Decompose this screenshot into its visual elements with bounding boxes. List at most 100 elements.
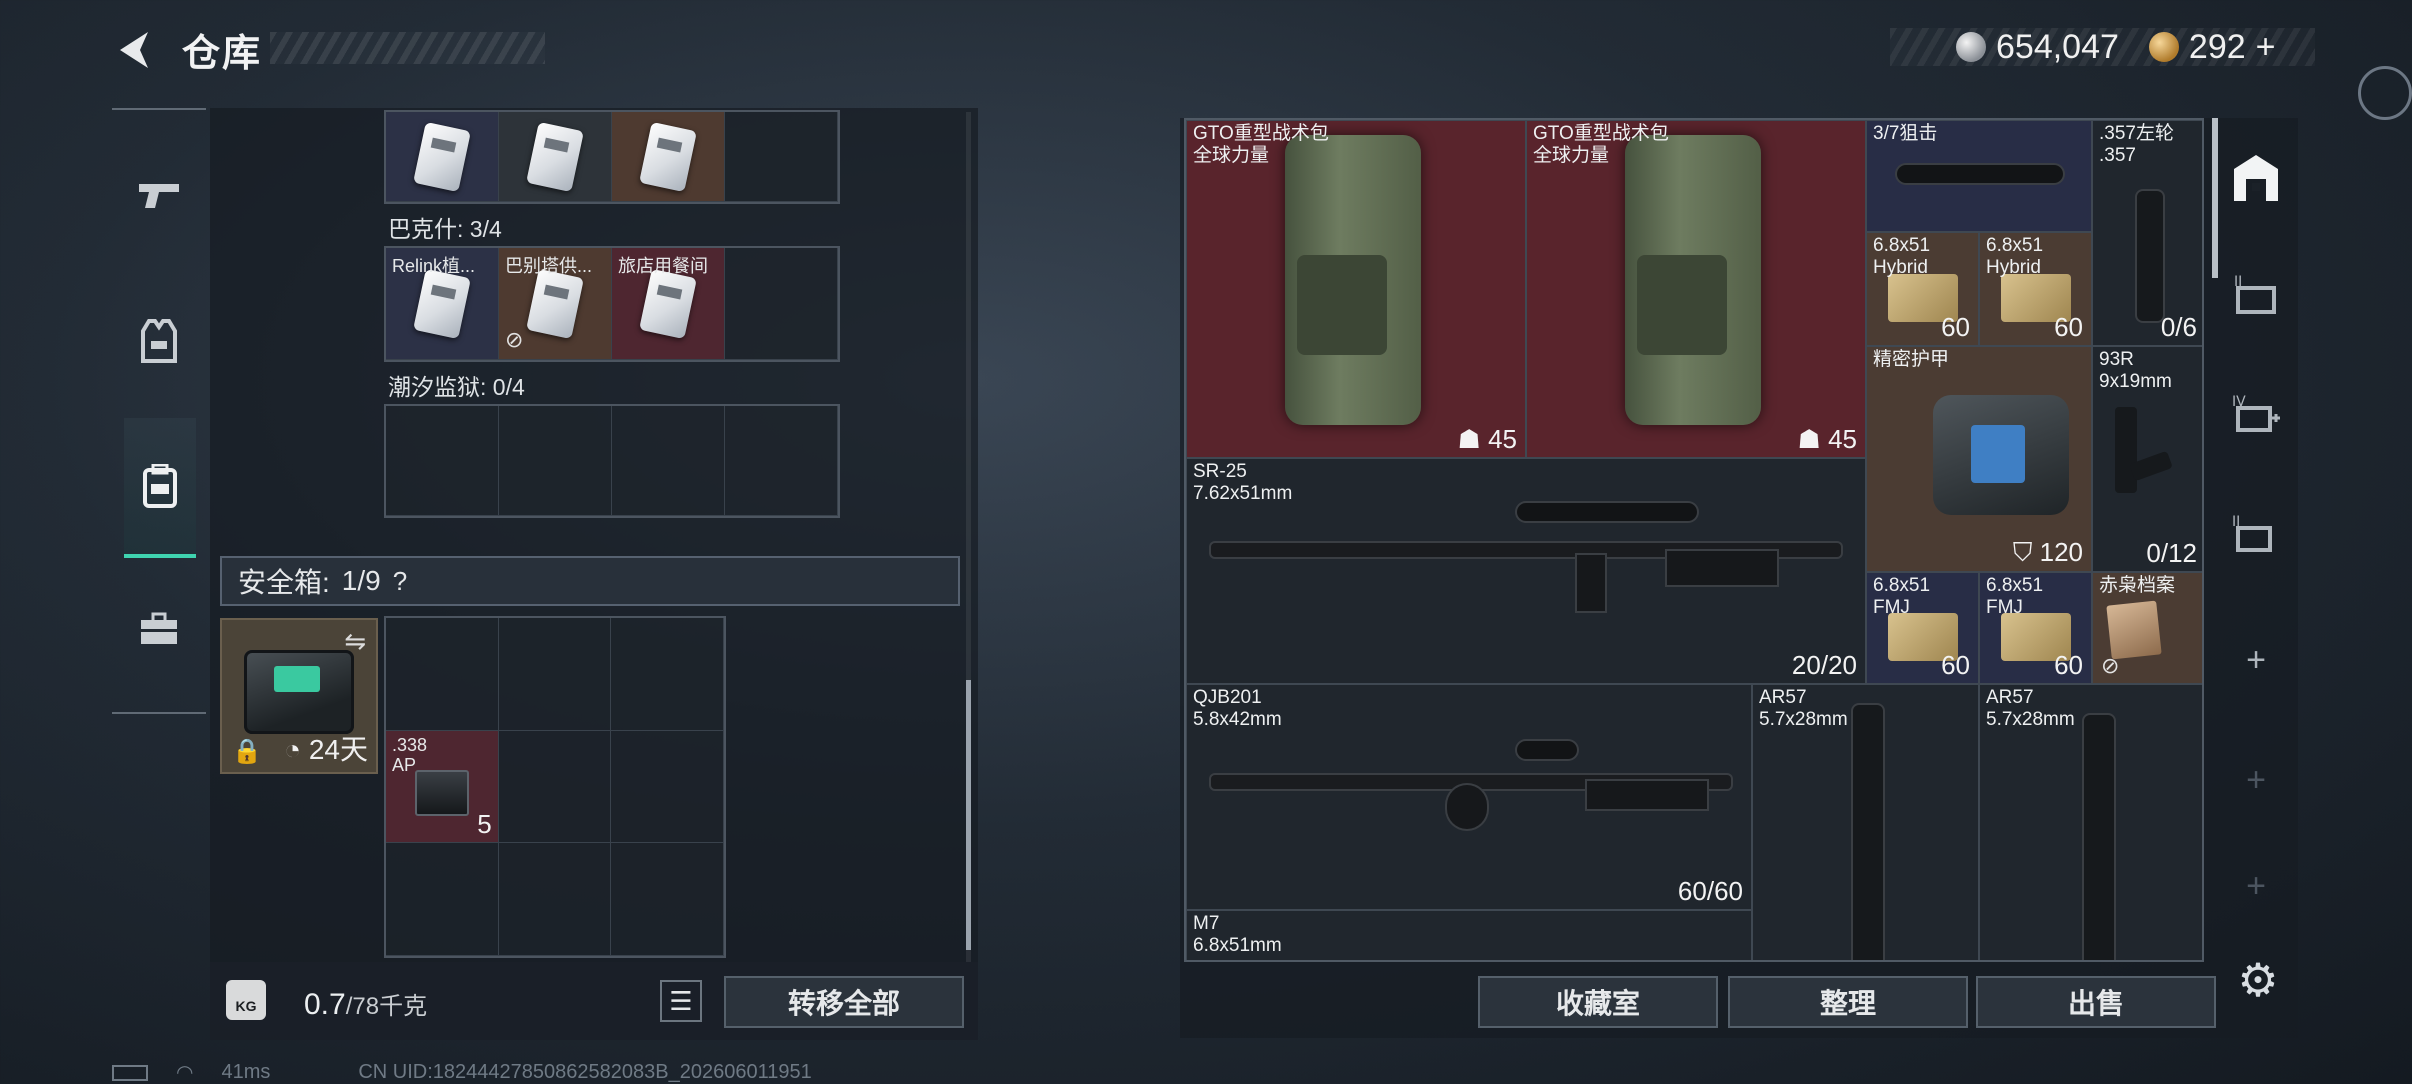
target-icon[interactable] [2358,66,2412,120]
keycard-label: Relink植... [392,256,476,276]
list-view-button[interactable]: ☰ [660,980,702,1022]
safebox-time-left: ◔ 24天 [284,734,368,765]
precision-armor-item[interactable]: 精密护甲 ⛉ 120 [1866,346,2092,572]
backpack-image [1285,135,1421,425]
empty-slot[interactable] [611,618,724,731]
item-name: 3/7狙击 [1873,123,1938,144]
empty-slot[interactable] [499,406,612,516]
swap-icon[interactable]: ⇋ [344,626,366,657]
item-count: 60/60 [1677,876,1743,906]
file-image [2106,600,2162,660]
ammo-hybrid-item[interactable]: 6.8x51 Hybrid 60 [1866,232,1979,346]
empty-slot[interactable] [386,843,499,956]
pistol-93r-item[interactable]: 93R 9x19mm 0/12 [2092,346,2202,572]
keycard-grid-2: Relink植... 巴别塔供... ⊘ 旅店用餐间 [384,246,840,362]
armor-image [1933,395,2069,515]
empty-slot[interactable] [498,618,612,731]
collection-room-button[interactable]: 收藏室 [1478,976,1718,1028]
empty-slot[interactable] [386,618,499,731]
silver-coin-icon [1956,32,1986,62]
section-label-bakshi: 巴克什: 3/4 [388,216,502,242]
keycard-slot[interactable] [499,112,612,202]
safebox-item[interactable]: ⇋ 🔒 ◔ 24天 [220,618,378,774]
keycard-icon [526,268,584,339]
keycard-grid-3 [384,404,840,518]
safebox-count: 1/9 [341,565,381,596]
item-name: 精密护甲 [1873,349,1950,370]
empty-slot[interactable] [725,112,838,202]
ar57-item[interactable]: AR57 5.7x28mm [1752,684,1979,960]
keycard-slot[interactable]: 旅店用餐间 [612,248,725,360]
stash-scrollbar-thumb[interactable] [2212,118,2218,278]
nav-stash-page-4[interactable]: IV [2222,380,2290,448]
safebox-help-button[interactable]: ? [393,566,407,597]
uid-text: CN UID:18244427850862582083B_20260601195… [358,1061,812,1083]
empty-slot[interactable] [725,248,838,360]
section-label-prison: 潮汐监狱: 0/4 [388,374,525,400]
back-button[interactable] [112,26,160,74]
keycard-slot[interactable] [386,112,499,202]
ammo-hybrid-item[interactable]: 6.8x51 Hybrid 60 [1979,232,2092,346]
nav-weapons[interactable] [124,160,194,230]
plus-icon: + [2246,640,2266,679]
empty-slot[interactable] [498,730,612,844]
gto-backpack-item[interactable]: GTO重型战术包 全球力量 ☗ 45 [1186,120,1526,458]
empty-slot[interactable] [611,843,724,956]
no-move-icon: ⊘ [2101,653,2120,678]
ammo-fmj-item[interactable]: 6.8x51 FMJ 60 [1979,572,2092,684]
qjb201-item[interactable]: QJB201 5.8x42mm 60/60 [1186,684,1752,910]
empty-slot[interactable] [612,406,725,516]
ammo-label: .338 AP [392,734,428,775]
keycard-slot[interactable]: Relink植... [386,248,499,360]
ammo-338-slot[interactable]: .338 AP 5 [386,730,499,844]
scope-item[interactable]: 3/7狙击 [1866,120,2092,232]
settings-gear-icon[interactable]: ⚙ [2232,954,2284,1006]
safebox-label: 安全箱: [238,567,330,598]
keycard-icon [413,268,471,339]
add-storage-button-locked[interactable]: + [2222,866,2290,906]
item-name: 6.8x51 Hybrid [1873,235,1931,278]
keycard-slot[interactable] [612,112,725,202]
ar57-item[interactable]: AR57 5.7x28mm [1979,684,2202,960]
nav-toolbox[interactable] [124,594,194,664]
rifle-scope-image [1517,503,1697,521]
nav-stash-page-2[interactable]: II [2222,260,2290,328]
item-name: GTO重型战术包 全球力量 [1533,123,1669,166]
drum-mag-image [1447,785,1487,829]
add-gold-button[interactable]: + [2256,28,2276,67]
add-storage-button[interactable]: + [2222,626,2290,694]
transfer-all-button[interactable]: 转移全部 [724,976,964,1028]
keycard-slot[interactable]: 巴别塔供... ⊘ [499,248,612,360]
nav-armor[interactable] [124,306,194,376]
left-scrollbar-thumb[interactable] [966,680,971,950]
item-count: 0/6 [2160,312,2197,342]
ammo-box-icon [414,770,469,817]
nav-backpack[interactable] [124,418,196,558]
list-icon: ☰ [669,985,693,1016]
sell-button[interactable]: 出售 [1976,976,2216,1028]
item-capacity: ☗ 45 [1457,424,1517,454]
storage-tool-icon: II [2232,514,2272,552]
ammo-fmj-item[interactable]: 6.8x51 FMJ 60 [1866,572,1979,684]
m7-item[interactable]: M7 6.8x51mm [1186,910,1752,960]
sort-button[interactable]: 整理 [1728,976,1968,1028]
nav-stash-page-3[interactable]: II [2222,500,2290,568]
item-name: QJB201 5.8x42mm [1193,687,1282,730]
add-storage-button-locked[interactable]: + [2222,746,2290,814]
item-name: M7 6.8x51mm [1193,913,1282,956]
empty-slot[interactable] [725,406,838,516]
empty-slot[interactable] [386,406,499,516]
item-count: 60 [2054,312,2083,342]
gto-backpack-item[interactable]: GTO重型战术包 全球力量 ☗ 45 [1526,120,1866,458]
nav-stash-home[interactable] [2222,144,2290,212]
gold-coin-icon [2148,32,2179,62]
backpack-image [1625,135,1761,425]
red-owl-file-item[interactable]: 赤枭档案 ⊘ [2092,572,2202,684]
sr25-rifle-item[interactable]: SR-25 7.62x51mm 20/20 [1186,458,1866,684]
empty-slot[interactable] [498,843,612,956]
empty-slot[interactable] [611,730,724,844]
revolver-item[interactable]: .357左轮 .357 0/6 [2092,120,2202,346]
back-arrow-icon [120,32,148,68]
rifle-stock-image [1667,551,1777,585]
toolbox-icon [141,612,177,644]
